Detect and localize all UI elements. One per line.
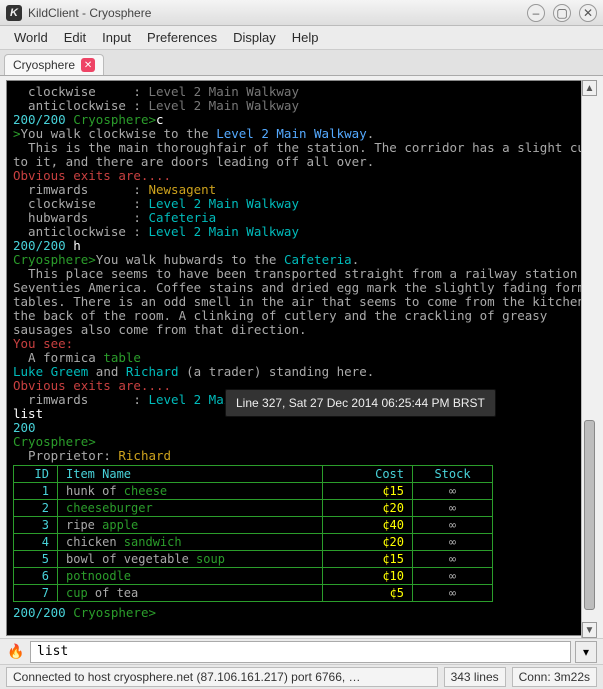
scroll-up-icon[interactable]: ▲ <box>582 80 597 96</box>
table-row: 7cup of tea¢5∞ <box>14 585 493 602</box>
menu-preferences[interactable]: Preferences <box>139 27 225 48</box>
col-name: Item Name <box>58 466 323 483</box>
close-button[interactable]: ✕ <box>579 4 597 22</box>
terminal[interactable]: clockwise : Level 2 Main Walkway anticlo… <box>6 80 597 636</box>
menubar: World Edit Input Preferences Display Hel… <box>0 26 603 50</box>
command-input[interactable] <box>30 641 571 663</box>
tabbar: Cryosphere ✕ <box>0 50 603 76</box>
table-row: 5bowl of vegetable soup¢15∞ <box>14 551 493 568</box>
tab-close-icon[interactable]: ✕ <box>81 58 95 72</box>
minimize-button[interactable]: – <box>527 4 545 22</box>
status-lines: 343 lines <box>444 667 506 687</box>
terminal-scrollbar[interactable]: ▲ ▼ <box>581 80 597 638</box>
scroll-thumb[interactable] <box>584 420 595 610</box>
menu-display[interactable]: Display <box>225 27 284 48</box>
table-row: 6potnoodle¢10∞ <box>14 568 493 585</box>
col-cost: Cost <box>323 466 413 483</box>
menu-edit[interactable]: Edit <box>56 27 94 48</box>
tab-label: Cryosphere <box>13 58 75 72</box>
scroll-down-icon[interactable]: ▼ <box>582 622 597 638</box>
prompt-icon: 🔥 <box>6 642 26 662</box>
statusbar: Connected to host cryosphere.net (87.106… <box>0 664 603 688</box>
line-tooltip: Line 327, Sat 27 Dec 2014 06:25:44 PM BR… <box>225 389 496 417</box>
input-bar: 🔥 ▾ <box>0 638 603 664</box>
menu-input[interactable]: Input <box>94 27 139 48</box>
titlebar: K KildClient - Cryosphere – ▢ ✕ <box>0 0 603 26</box>
col-id: ID <box>14 466 58 483</box>
menu-help[interactable]: Help <box>284 27 327 48</box>
shop-table: ID Item Name Cost Stock 1hunk of cheese¢… <box>13 465 493 602</box>
status-connection: Connected to host cryosphere.net (87.106… <box>6 667 438 687</box>
table-row: 1hunk of cheese¢15∞ <box>14 483 493 500</box>
table-row: 3ripe apple¢40∞ <box>14 517 493 534</box>
tab-cryosphere[interactable]: Cryosphere ✕ <box>4 54 104 75</box>
app-icon: K <box>6 5 22 21</box>
history-dropdown-button[interactable]: ▾ <box>575 641 597 663</box>
window-title: KildClient - Cryosphere <box>28 6 527 20</box>
status-timer: Conn: 3m22s <box>512 667 597 687</box>
table-row: 4chicken sandwich¢20∞ <box>14 534 493 551</box>
col-stock: Stock <box>413 466 493 483</box>
menu-world[interactable]: World <box>6 27 56 48</box>
table-row: 2cheeseburger¢20∞ <box>14 500 493 517</box>
maximize-button[interactable]: ▢ <box>553 4 571 22</box>
